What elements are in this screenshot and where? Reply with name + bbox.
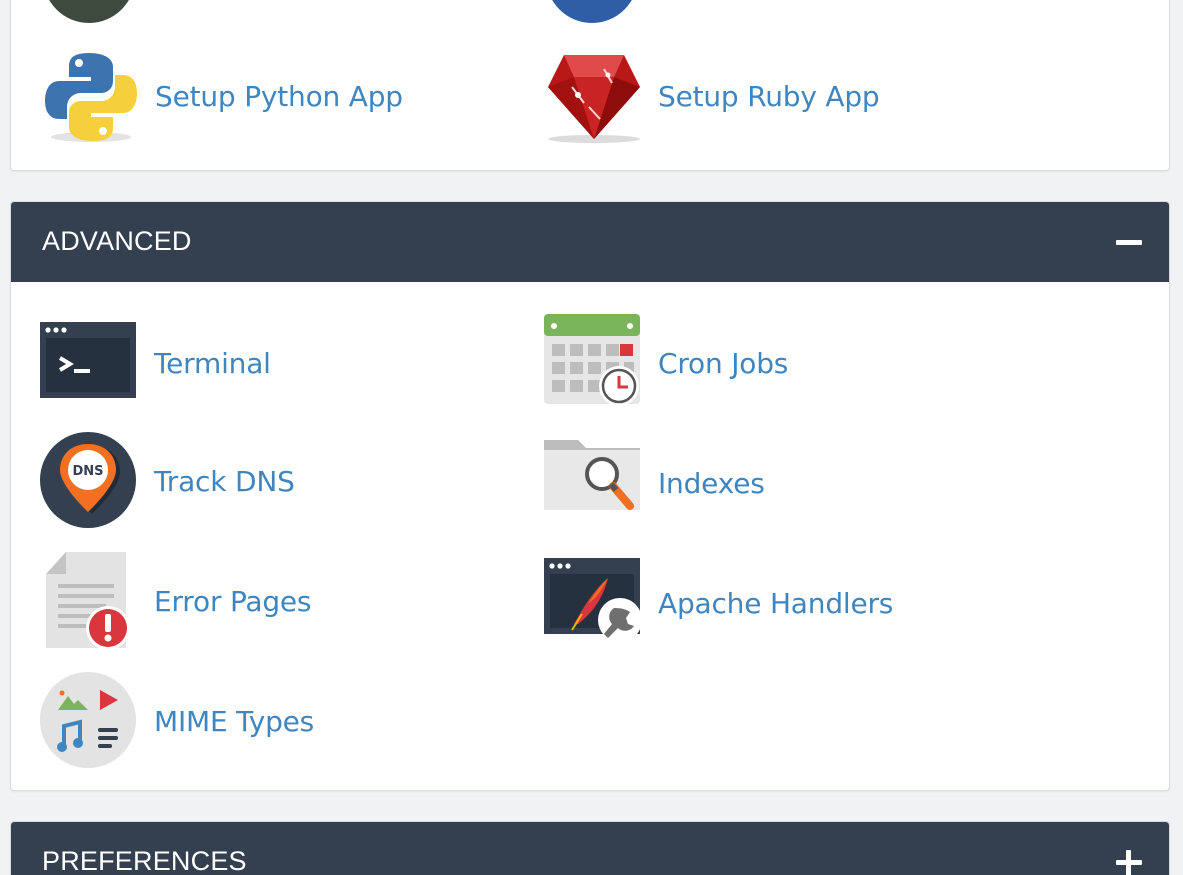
collapse-minus-icon[interactable] [1115, 228, 1143, 256]
setup-ruby-app-label: Setup Ruby App [658, 80, 880, 113]
terminal-label: Terminal [154, 347, 271, 380]
setup-python-app-link[interactable]: Setup Python App [41, 47, 461, 147]
mime-types-link[interactable]: MIME Types [40, 672, 460, 772]
apache-feather-icon [544, 554, 644, 654]
indexes-label: Indexes [658, 467, 765, 500]
cron-jobs-link[interactable]: Cron Jobs [544, 314, 964, 414]
preferences-panel: PREFERENCES [10, 821, 1170, 875]
terminal-link[interactable]: Terminal [40, 314, 460, 414]
apache-handlers-link[interactable]: Apache Handlers [544, 554, 964, 654]
preferences-panel-header[interactable]: PREFERENCES [11, 822, 1169, 875]
track-dns-label: Track DNS [154, 465, 295, 498]
dns-pin-icon: DNS [40, 432, 140, 532]
setup-python-app-label: Setup Python App [155, 80, 403, 113]
indexes-link[interactable]: Indexes [544, 434, 964, 534]
folder-search-icon [544, 434, 644, 534]
mime-media-icon [40, 672, 140, 772]
svg-text:DNS: DNS [72, 464, 103, 479]
partial-blue-icon [544, 0, 640, 27]
preferences-panel-title: PREFERENCES [42, 846, 247, 875]
setup-ruby-app-link[interactable]: Setup Ruby App [544, 47, 964, 147]
python-icon [41, 47, 141, 147]
expand-plus-icon[interactable] [1115, 848, 1143, 875]
advanced-panel-title: ADVANCED [42, 226, 192, 256]
cron-calendar-icon [544, 314, 644, 414]
error-pages-label: Error Pages [154, 585, 312, 618]
error-document-icon [40, 552, 140, 652]
terminal-icon [40, 314, 140, 414]
apache-handlers-label: Apache Handlers [658, 587, 894, 620]
advanced-panel-header[interactable]: ADVANCED [11, 202, 1169, 282]
software-panel: Setup Python App Setup Ruby App [10, 0, 1170, 171]
error-pages-link[interactable]: Error Pages [40, 552, 460, 652]
mime-types-label: MIME Types [154, 705, 315, 738]
advanced-panel: ADVANCED Terminal Cron Jobs DNS Track DN… [10, 201, 1170, 791]
cron-jobs-label: Cron Jobs [658, 347, 789, 380]
ruby-icon [544, 47, 644, 147]
track-dns-link[interactable]: DNS Track DNS [40, 432, 460, 532]
partial-green-icon [41, 0, 137, 27]
